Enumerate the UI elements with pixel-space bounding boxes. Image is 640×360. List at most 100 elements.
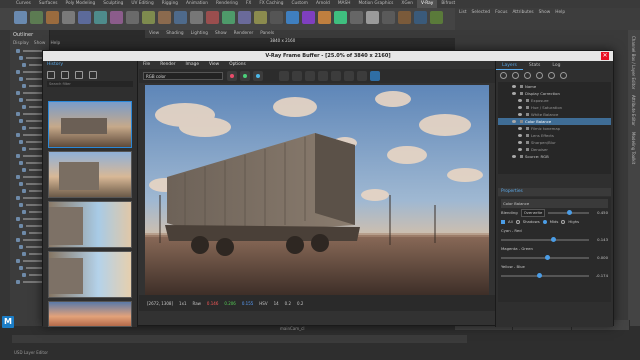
- color-format[interactable]: HSV: [259, 301, 267, 306]
- blue-channel-icon[interactable]: [253, 71, 263, 81]
- layer-tree-row[interactable]: Lens Effects: [498, 132, 611, 139]
- shelf-tool-icon[interactable]: [30, 11, 43, 24]
- shelf-tab[interactable]: MASH: [334, 0, 355, 8]
- layer-tree-row[interactable]: Source: RGB: [498, 153, 611, 160]
- red-channel-icon[interactable]: [227, 71, 237, 81]
- eye-icon[interactable]: [512, 120, 516, 123]
- history-thumbnail[interactable]: [48, 201, 132, 248]
- shelf-tab[interactable]: Custom: [287, 0, 311, 8]
- side-tab[interactable]: Attribute Editor: [631, 95, 636, 126]
- time-slider[interactable]: [12, 335, 467, 343]
- magenta-green-value[interactable]: 0.000: [592, 253, 608, 262]
- history-search-input[interactable]: Search filter: [47, 81, 133, 87]
- shelf-tool-icon[interactable]: [126, 11, 139, 24]
- region-render-icon[interactable]: [305, 71, 315, 81]
- shelf-tab[interactable]: Poly Modeling: [62, 0, 100, 8]
- layer-tree-row[interactable]: Denoiser: [498, 146, 611, 153]
- shelf-tool-icon[interactable]: [382, 11, 395, 24]
- eye-icon[interactable]: [518, 148, 522, 151]
- shelf-tool-icon[interactable]: [158, 11, 171, 24]
- shelf-tab[interactable]: Rigging: [158, 0, 182, 8]
- shelf-tab[interactable]: V-Ray: [417, 0, 438, 8]
- eye-icon[interactable]: [518, 127, 522, 130]
- save-history-icon[interactable]: [47, 71, 55, 79]
- right-panel-menu-item[interactable]: Help: [555, 10, 565, 15]
- shelf-tool-icon[interactable]: [270, 11, 283, 24]
- eye-icon[interactable]: [518, 134, 522, 137]
- yellow-blue-slider[interactable]: [501, 272, 589, 278]
- shelf-tool-icon[interactable]: [350, 11, 363, 24]
- history-thumbnail[interactable]: [48, 301, 132, 327]
- shelf-tab[interactable]: Surfaces: [35, 0, 62, 8]
- shelf-tool-icon[interactable]: [110, 11, 123, 24]
- shelf-tool-icon[interactable]: [78, 11, 91, 24]
- right-panel-menu-item[interactable]: List: [459, 10, 467, 15]
- green-channel-icon[interactable]: [240, 71, 250, 81]
- shelf-tool-icon[interactable]: [94, 11, 107, 24]
- layer-settings-icon[interactable]: [512, 72, 519, 79]
- shelf-tool-icon[interactable]: [206, 11, 219, 24]
- close-icon[interactable]: ✕: [601, 52, 609, 60]
- history-thumbnail[interactable]: [48, 251, 132, 298]
- shelf-tool-icon[interactable]: [398, 11, 411, 24]
- shelf-tool-icon[interactable]: [286, 11, 299, 24]
- viewport-menu-item[interactable]: Show: [215, 30, 227, 38]
- render-teapot-icon[interactable]: [370, 71, 380, 81]
- save-image-icon[interactable]: [279, 71, 289, 81]
- right-panel-menu-item[interactable]: Selected: [472, 10, 491, 15]
- cyan-red-value[interactable]: 0.143: [592, 235, 608, 244]
- lens-icon[interactable]: [344, 71, 354, 81]
- shelf-tool-icon[interactable]: [366, 11, 379, 24]
- all-checkbox[interactable]: [501, 219, 505, 224]
- layer-tree-row[interactable]: Name: [498, 83, 611, 90]
- viewport-menu-item[interactable]: Renderer: [234, 30, 254, 38]
- yellow-blue-value[interactable]: -0.174: [592, 271, 608, 280]
- shelf-tool-icon[interactable]: [318, 11, 331, 24]
- channel-select[interactable]: RGB color: [143, 72, 223, 80]
- shelf-tool-icon[interactable]: [430, 11, 443, 24]
- layer-tree-row[interactable]: Exposure: [498, 97, 611, 104]
- menu-render[interactable]: Render: [160, 61, 175, 69]
- right-panel-menu-item[interactable]: Focus: [495, 10, 507, 15]
- tab-stats[interactable]: Stats: [523, 61, 547, 70]
- outliner-menu-show[interactable]: Show: [34, 41, 46, 46]
- shelf-tool-icon[interactable]: [254, 11, 267, 24]
- shadows-radio[interactable]: [515, 219, 520, 224]
- viewport-menu-item[interactable]: View: [149, 30, 159, 38]
- cyan-red-slider[interactable]: [501, 236, 589, 242]
- right-panel-menu-item[interactable]: Show: [539, 10, 551, 15]
- side-tab[interactable]: Channel Box / Layer Editor: [631, 36, 636, 89]
- render-image[interactable]: [145, 85, 489, 295]
- shelf-tab[interactable]: Motion Graphics: [354, 0, 397, 8]
- eye-icon[interactable]: [512, 155, 516, 158]
- tab-layers[interactable]: Layers: [496, 61, 523, 70]
- shelf-tool-icon[interactable]: [334, 11, 347, 24]
- clear-image-icon[interactable]: [292, 71, 302, 81]
- eye-icon[interactable]: [518, 113, 522, 116]
- shelf-tool-icon[interactable]: [222, 11, 235, 24]
- shelf-tool-icon[interactable]: [190, 11, 203, 24]
- side-tab[interactable]: Modeling Toolkit: [631, 132, 636, 164]
- shelf-tool-icon[interactable]: [14, 11, 27, 24]
- blending-mode-select[interactable]: Overwrite: [520, 208, 546, 217]
- blending-amount[interactable]: 0.450: [592, 208, 608, 217]
- shelf-tool-icon[interactable]: [46, 11, 59, 24]
- shelf-tool-icon[interactable]: [62, 11, 75, 24]
- undo-icon[interactable]: [548, 72, 555, 79]
- tab-log[interactable]: Log: [546, 61, 566, 70]
- blending-slider[interactable]: [548, 209, 589, 215]
- redo-icon[interactable]: [560, 72, 567, 79]
- add-layer-icon[interactable]: [500, 72, 507, 79]
- track-mouse-icon[interactable]: [318, 71, 328, 81]
- eye-icon[interactable]: [518, 106, 522, 109]
- shelf-tool-icon[interactable]: [414, 11, 427, 24]
- shelf-tool-icon[interactable]: [142, 11, 155, 24]
- viewport-menu-item[interactable]: Panels: [260, 30, 274, 38]
- eye-icon[interactable]: [518, 141, 522, 144]
- shelf-tab[interactable]: UV Editing: [127, 0, 157, 8]
- link-icon[interactable]: [331, 71, 341, 81]
- right-panel-menu-item[interactable]: Attributes: [512, 10, 533, 15]
- layer-tree-row[interactable]: Sharpen/Blur: [498, 139, 611, 146]
- viewport-menu-item[interactable]: Lighting: [191, 30, 208, 38]
- eye-icon[interactable]: [512, 92, 516, 95]
